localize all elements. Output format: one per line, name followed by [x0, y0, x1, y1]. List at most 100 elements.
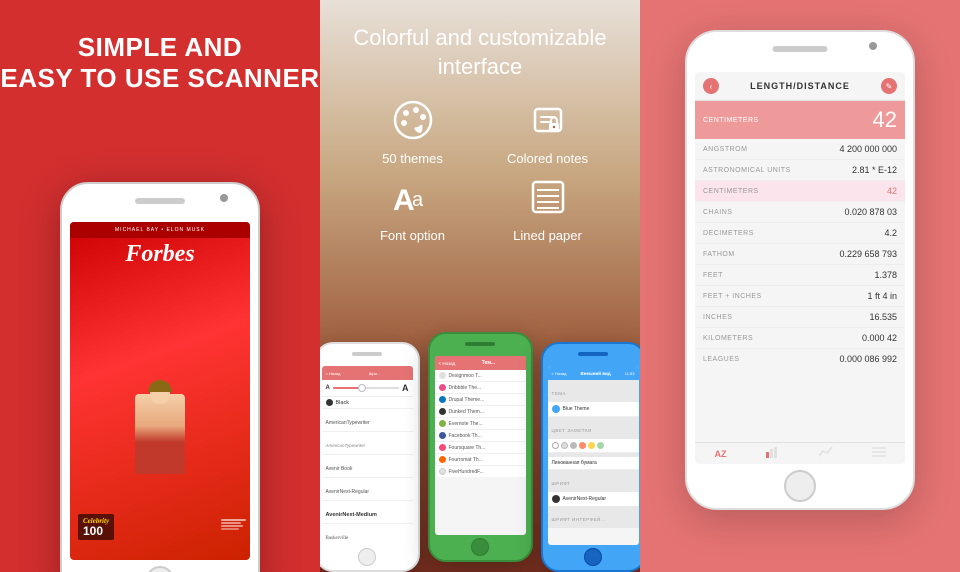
converter-row-kilometers: KILOMETERS 0.000 42	[695, 328, 905, 349]
row-value-kilometers: 0.000 42	[862, 333, 897, 343]
phone-speaker	[135, 198, 185, 204]
font-item-avenir-book[interactable]: Avenir Book	[322, 455, 413, 478]
color-light[interactable]	[561, 442, 568, 449]
converter-edit-button[interactable]: ✎	[881, 78, 897, 94]
feature-font-option: A a Font option	[350, 176, 475, 243]
theme-item-foursquare[interactable]: Foursquare Th...	[435, 442, 526, 454]
font-size-label: A	[326, 385, 330, 391]
white-nav-back: < Назад	[326, 371, 341, 376]
lined-label: Линованная бумага	[552, 460, 597, 466]
font-item-baskerville[interactable]: Baskerville	[322, 524, 413, 545]
font-size-large-label: A	[402, 383, 409, 393]
converter-back-button[interactable]: ‹	[703, 78, 719, 94]
color-green[interactable]	[597, 442, 604, 449]
footer-line-chart-icon[interactable]	[819, 446, 833, 461]
color-label: ЦВЕТ ЗАМЕТКИ	[552, 428, 592, 433]
row-value-inches: 16.535	[869, 312, 897, 322]
font-slider[interactable]	[333, 387, 399, 389]
font-name: AvenirNext-Regular	[563, 496, 607, 502]
font-item-american-1[interactable]: AmericanTypewriter	[322, 409, 413, 432]
row-label-angstrom: ANGSTROM	[703, 146, 747, 153]
converter-row-fathom: FATHOM 0.229 658 793	[695, 244, 905, 265]
lined-row[interactable]: Линованная бумага	[548, 457, 639, 470]
font-item-black[interactable]: Black	[322, 397, 413, 409]
white-nav-title: Шри...	[369, 371, 380, 376]
green-phone-speaker	[465, 342, 495, 346]
green-phone: < Назад Тем... Designmoo T... Dribbble T…	[428, 332, 533, 562]
footer-az-icon[interactable]: AZ	[715, 449, 727, 459]
left-panel-title: SIMPLE AND EASY TO USE SCANNER	[0, 32, 319, 94]
theme-item-fivehundred[interactable]: FiveHundredF...	[435, 466, 526, 477]
font-icon: A a	[392, 176, 434, 224]
row-label-leagues: LEAGUES	[703, 356, 740, 363]
theme-item-dunked[interactable]: Dunked Them...	[435, 406, 526, 418]
row-value-leagues: 0.000 086 992	[839, 354, 897, 364]
converter-row-feet: FEET 1.378	[695, 265, 905, 286]
row-value-angstrom: 4 200 000 000	[839, 144, 897, 154]
theme-item-dribbble[interactable]: Dribbble The...	[435, 382, 526, 394]
theme-item-evernote[interactable]: Evernote The...	[435, 418, 526, 430]
right-phone-home-button[interactable]	[784, 470, 816, 502]
converter-row-angstrom: ANGSTROM 4 200 000 000	[695, 139, 905, 160]
font-item-avenirnext-reg[interactable]: AvenirNext-Regular	[322, 478, 413, 501]
footer-bar-chart-icon[interactable]	[766, 446, 780, 461]
font-item-avenirnext-med[interactable]: AvenirNext-Medium	[322, 501, 413, 524]
row-value-feet-inches: 1 ft 4 in	[867, 291, 897, 301]
right-phone-speaker	[773, 46, 828, 52]
converter-row-centimeters: CENTIMETERS 42	[695, 181, 905, 202]
row-value-chains: 0.020 878 03	[844, 207, 897, 217]
blue-phone: < Назад Внешний вид 11:53 ТЕМА Blue Them…	[541, 342, 641, 572]
row-label-feet: FEET	[703, 272, 723, 279]
converter-row-decimeters: DECIMETERS 4.2	[695, 223, 905, 244]
phone-home-button[interactable]	[146, 566, 174, 572]
panel-middle: Colorful and customizable interface 50 t…	[320, 0, 640, 572]
feature-font-option-label: Font option	[380, 228, 445, 243]
color-white[interactable]	[552, 442, 559, 449]
feature-lined-paper: Lined paper	[485, 176, 610, 243]
converter-row-inches: INCHES 16.535	[695, 307, 905, 328]
converter-input-label: CENTIMETERS	[703, 117, 759, 124]
svg-text:a: a	[412, 189, 424, 211]
white-phone-speaker	[352, 352, 382, 356]
color-medium[interactable]	[570, 442, 577, 449]
font-item-american-2[interactable]: AmericanTypewriter	[322, 432, 413, 455]
theme-item-facebook[interactable]: Facebook Th...	[435, 430, 526, 442]
blue-time: 11:53	[625, 371, 635, 376]
white-phone-screen: < Назад Шри... A A Bl	[322, 366, 413, 545]
white-phone-home[interactable]	[358, 548, 376, 566]
converter-row-feet-inches: FEET + INCHES 1 ft 4 in	[695, 286, 905, 307]
row-label-inches: INCHES	[703, 314, 732, 321]
converter-title: LENGTH/DISTANCE	[719, 81, 881, 91]
converter-header: ‹ LENGTH/DISTANCE ✎	[695, 72, 905, 101]
font-row[interactable]: AvenirNext-Regular	[548, 492, 639, 506]
green-phone-home[interactable]	[471, 538, 489, 556]
lines-icon	[527, 176, 569, 224]
right-phone-camera	[869, 42, 877, 50]
converter-row-astronomical: ASTRONOMICAL UNITS 2.81 * E-12	[695, 160, 905, 181]
row-label-fathom: FATHOM	[703, 251, 735, 258]
blue-nav-title: Внешний вид	[581, 371, 611, 376]
row-value-feet: 1.378	[874, 270, 897, 280]
palette-icon	[392, 99, 434, 147]
row-value-centimeters: 42	[887, 186, 897, 196]
theme-list: Designmoo T... Dribbble The... Drupal Th…	[435, 370, 526, 477]
color-orange[interactable]	[579, 442, 586, 449]
footer-menu-icon[interactable]	[872, 446, 886, 461]
converter-input-value[interactable]: 42	[873, 107, 897, 133]
right-phone-screen: ‹ LENGTH/DISTANCE ✎ CENTIMETERS 42 ANGST…	[695, 72, 905, 464]
theme-item-drupal[interactable]: Drupal Theme...	[435, 394, 526, 406]
feature-themes: 50 themes	[350, 99, 475, 166]
blue-theme-row[interactable]: Blue Theme	[548, 402, 639, 417]
feature-colored-notes-label: Colored notes	[507, 151, 588, 166]
panel-right: ‹ LENGTH/DISTANCE ✎ CENTIMETERS 42 ANGST…	[640, 0, 960, 572]
extra-header: ШРИФТ ИНТЕРФЕЙ...	[548, 506, 639, 528]
color-yellow[interactable]	[588, 442, 595, 449]
blue-phone-home[interactable]	[584, 548, 602, 566]
converter-row-chains: CHAINS 0.020 878 03	[695, 202, 905, 223]
row-label-kilometers: KILOMETERS	[703, 335, 753, 342]
feature-colored-notes: Colored notes	[485, 99, 610, 166]
row-value-astronomical: 2.81 * E-12	[852, 165, 897, 175]
theme-item-fourromat[interactable]: Fourromat Th...	[435, 454, 526, 466]
color-options	[548, 439, 639, 453]
theme-item-designmoo[interactable]: Designmoo T...	[435, 370, 526, 382]
